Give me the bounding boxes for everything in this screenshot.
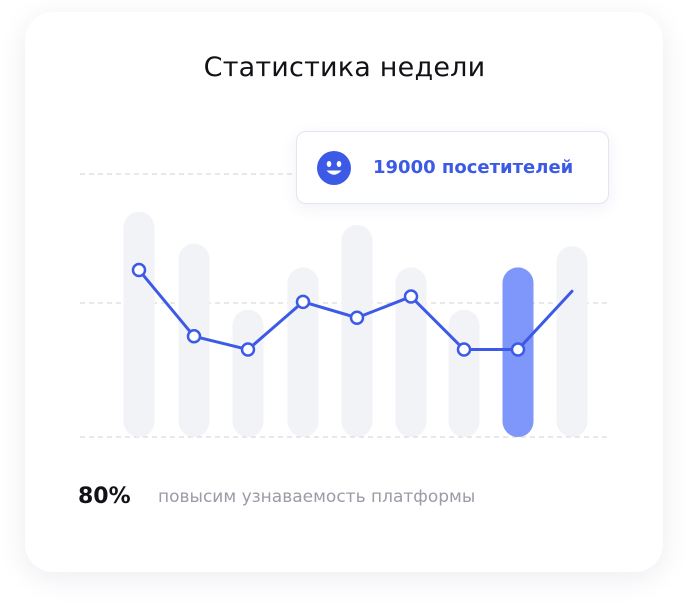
bar <box>556 246 588 437</box>
smiley-icon <box>317 151 351 185</box>
data-point <box>186 329 202 344</box>
data-point <box>403 289 419 304</box>
bar <box>232 309 264 437</box>
data-point <box>456 342 472 357</box>
bar <box>341 225 373 437</box>
data-point <box>131 262 147 278</box>
data-point <box>240 342 256 357</box>
data-point <box>349 310 365 325</box>
bar <box>123 211 155 437</box>
stat-description: повысим узнаваемость платформы <box>158 487 476 507</box>
data-point <box>295 294 311 310</box>
tooltip-label: 19000 посетителей <box>373 157 574 178</box>
visitors-tooltip: 19000 посетителей <box>296 131 609 204</box>
stat-percent: 80% <box>78 484 131 509</box>
data-point <box>510 342 526 357</box>
bar <box>287 267 319 437</box>
weekly-chart <box>80 173 610 438</box>
bar <box>448 309 480 437</box>
